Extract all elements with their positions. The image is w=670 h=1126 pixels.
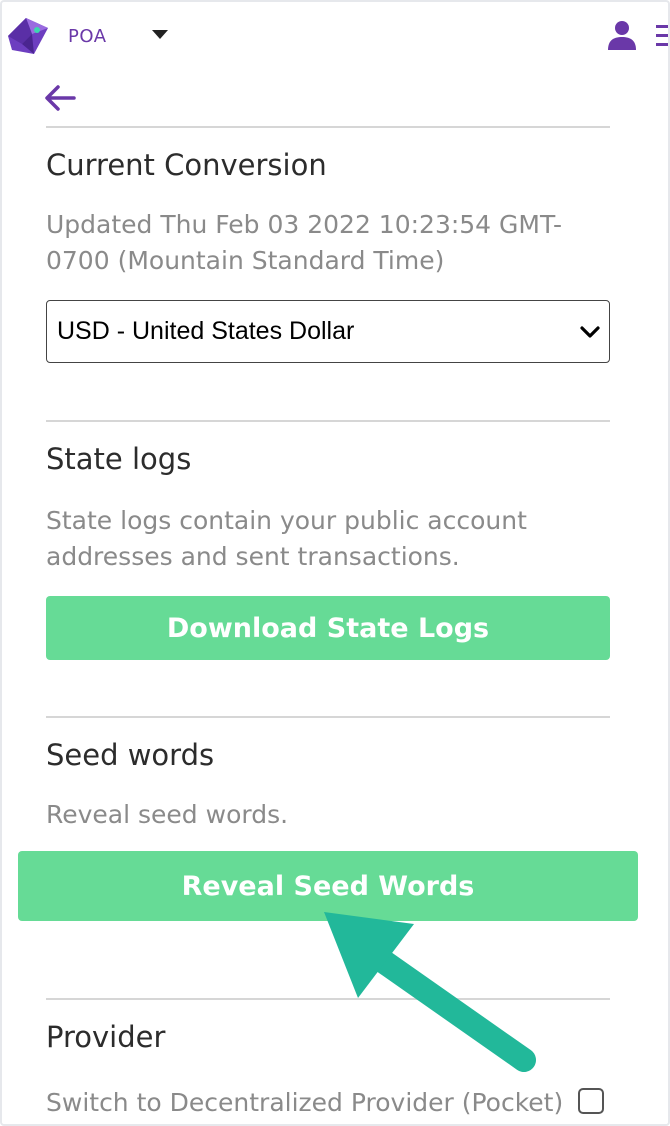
currency-select[interactable]: USD - United States Dollar bbox=[46, 300, 610, 363]
annotation-arrow-icon bbox=[324, 912, 536, 1072]
download-state-logs-button[interactable]: Download State Logs bbox=[46, 596, 610, 660]
section-divider bbox=[46, 126, 610, 128]
conversion-updated-text: Updated Thu Feb 03 2022 10:23:54 GMT-070… bbox=[46, 210, 562, 275]
wallet-logo-icon[interactable] bbox=[4, 14, 52, 58]
currency-select-value: USD - United States Dollar bbox=[57, 317, 355, 345]
network-label[interactable]: POA bbox=[68, 26, 107, 47]
back-arrow-icon[interactable] bbox=[44, 84, 76, 112]
section-divider bbox=[46, 998, 610, 1000]
state-logs-description: State logs contain your public account a… bbox=[46, 506, 527, 571]
section-divider bbox=[46, 716, 610, 718]
provider-title: Provider bbox=[46, 1020, 166, 1054]
seed-words-title: Seed words bbox=[46, 738, 215, 772]
reveal-seed-words-button[interactable]: Reveal Seed Words bbox=[18, 851, 638, 921]
account-icon[interactable] bbox=[606, 20, 638, 50]
chevron-down-icon bbox=[580, 326, 600, 338]
provider-toggle-label: Switch to Decentralized Provider (Pocket… bbox=[46, 1088, 564, 1117]
seed-words-description: Reveal seed words. bbox=[46, 800, 289, 829]
state-logs-title: State logs bbox=[46, 442, 192, 476]
conversion-title: Current Conversion bbox=[46, 148, 327, 182]
settings-window: POA Current Conversion Updated Thu Feb 0… bbox=[0, 0, 670, 1126]
caret-down-icon[interactable] bbox=[152, 30, 168, 39]
hamburger-menu-icon[interactable] bbox=[654, 22, 670, 50]
section-divider bbox=[46, 420, 610, 422]
provider-checkbox[interactable] bbox=[578, 1088, 604, 1114]
